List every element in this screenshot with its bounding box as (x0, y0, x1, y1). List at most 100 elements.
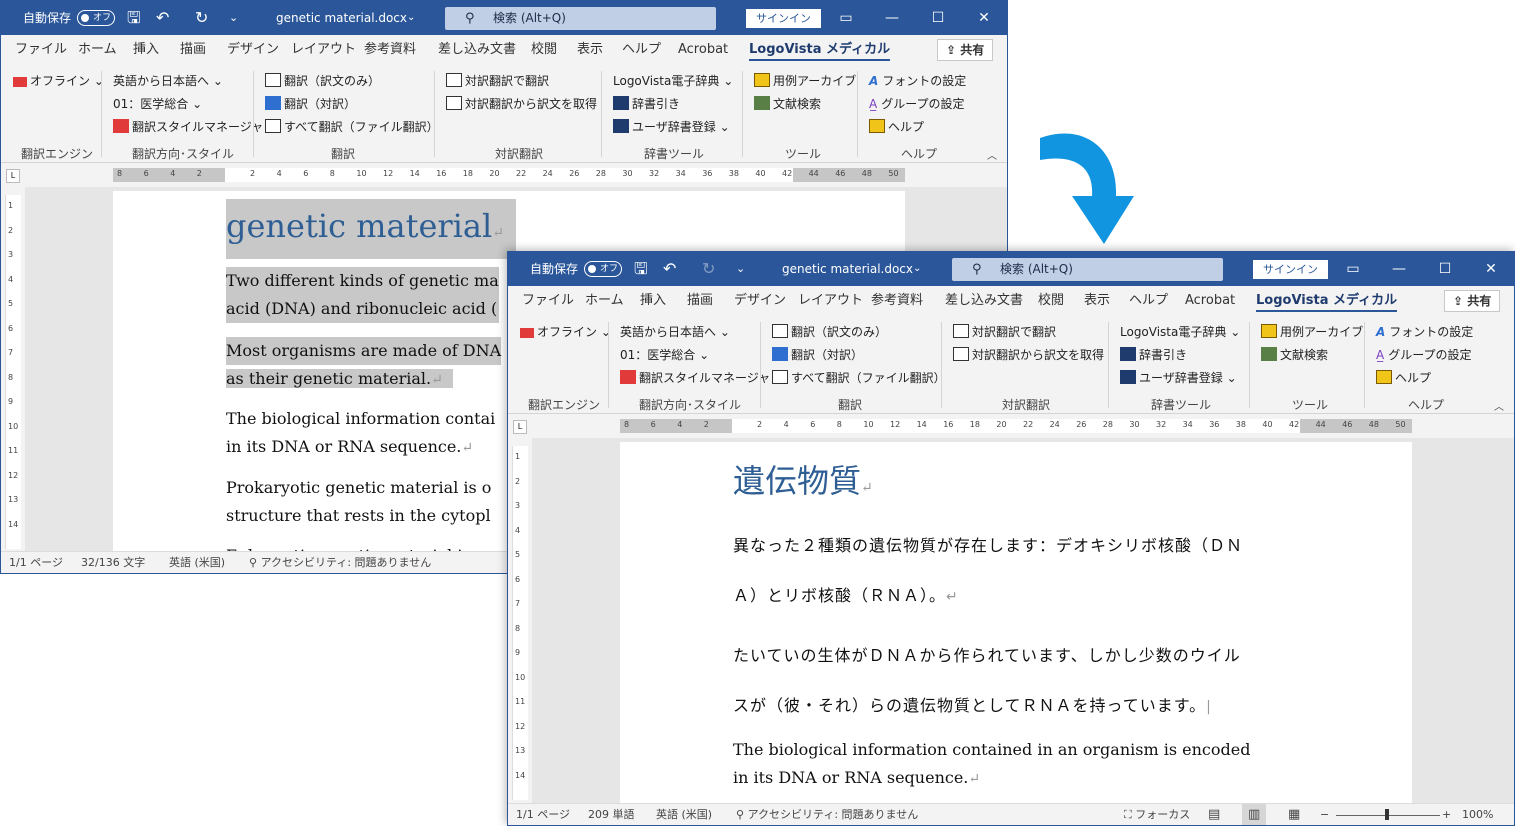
search-box[interactable]: ⚲ 検索 (Alt+Q) (445, 7, 716, 30)
focus-button[interactable]: ⛶ フォーカス (1124, 804, 1190, 825)
paragraph-4[interactable]: Prokaryotic genetic material is o struct… (226, 474, 491, 530)
translate-all-button[interactable]: すべて翻訳（ファイル翻訳） (265, 117, 439, 137)
customize-quick-access-icon[interactable]: ⌄ (736, 252, 745, 286)
maximize-icon[interactable]: ☐ (1422, 252, 1468, 286)
ribbon-display-icon[interactable]: ▭ (823, 1, 869, 35)
user-dictionary-dropdown[interactable]: ユーザ辞書登録 ⌄ (613, 117, 730, 137)
zoom-in-icon[interactable]: + (1442, 804, 1451, 825)
zoom-level[interactable]: 100% (1462, 804, 1493, 825)
literature-search-button[interactable]: 文献検索 (1261, 345, 1328, 365)
jp-paragraph-2-line-1[interactable]: たいていの生体がＤＮＡから作られています、しかし少数のウイル (733, 642, 1241, 666)
status-page[interactable]: 1/1 ページ (9, 552, 63, 573)
font-settings-button[interactable]: A フォントの設定 (869, 71, 966, 91)
tab-mailings[interactable]: 差し込み文書 (438, 35, 516, 65)
zoom-slider-thumb[interactable] (1385, 809, 1389, 820)
tab-selector-icon[interactable]: L (6, 169, 20, 183)
tab-logovista-medical[interactable]: LogoVista メディカル (749, 35, 891, 65)
save-icon[interactable]: 🖫 (127, 1, 141, 35)
tab-file[interactable]: ファイル (522, 286, 574, 316)
example-archive-button[interactable]: 用例アーカイブ (754, 71, 856, 91)
group-settings-button[interactable]: A̲ グループの設定 (869, 94, 965, 114)
dictionary-lookup-button[interactable]: 辞書引き (1120, 345, 1187, 365)
parallel-get-button[interactable]: 対訳翻訳から訳文を取得 (446, 94, 597, 114)
tab-references[interactable]: 参考資料 (871, 286, 923, 316)
language-dropdown[interactable]: 英語から日本語へ ⌄ (113, 71, 223, 91)
paragraph-3[interactable]: The biological information contained in … (733, 736, 1250, 793)
tab-logovista-medical[interactable]: LogoVista メディカル (1256, 286, 1398, 316)
close-icon[interactable]: ✕ (961, 1, 1007, 35)
jp-paragraph-2-line-2[interactable]: スが（彼・それ）らの遺伝物質としてＲＮＡを持っています。| (733, 692, 1212, 716)
style-manager-button[interactable]: 翻訳スタイルマネージャ (620, 368, 770, 388)
document-page[interactable]: 遺伝物質↵ 異なった２種類の遺伝物質が存在します：デオキシリボ核酸（ＤＮ Ａ）と… (620, 442, 1412, 803)
literature-search-button[interactable]: 文献検索 (754, 94, 821, 114)
undo-icon[interactable]: ↶ (663, 252, 676, 286)
tab-layout[interactable]: レイアウト (291, 35, 356, 65)
user-dictionary-dropdown[interactable]: ユーザ辞書登録 ⌄ (1120, 368, 1237, 388)
translate-all-button[interactable]: すべて翻訳（ファイル翻訳） (772, 368, 946, 388)
help-button[interactable]: ヘルプ (869, 117, 924, 137)
status-language[interactable]: 英語 (米国) (169, 552, 225, 573)
customize-quick-access-icon[interactable]: ⌄ (229, 1, 238, 35)
translate-only-button[interactable]: 翻訳（訳文のみ） (772, 322, 887, 342)
tab-selector-icon[interactable]: L (513, 420, 527, 434)
tab-design[interactable]: デザイン (227, 35, 279, 65)
offline-button[interactable]: オフライン ⌄ (520, 322, 611, 342)
status-word-count[interactable]: 32/136 文字 (81, 552, 145, 573)
tab-mailings[interactable]: 差し込み文書 (945, 286, 1023, 316)
tab-insert[interactable]: 挿入 (133, 35, 159, 65)
signin-button[interactable]: サインイン (746, 9, 821, 28)
web-layout-icon[interactable]: ▦ (1288, 804, 1300, 825)
paragraph-1[interactable]: Two different kinds of genetic ma acid (… (226, 267, 499, 323)
share-button[interactable]: ⇪ 共有 (937, 39, 994, 61)
group-settings-button[interactable]: A̲ グループの設定 (1376, 345, 1472, 365)
tab-view[interactable]: 表示 (577, 35, 603, 65)
language-dropdown[interactable]: 英語から日本語へ ⌄ (620, 322, 730, 342)
dictionary-lookup-button[interactable]: 辞書引き (613, 94, 680, 114)
lv-dictionary-dropdown[interactable]: LogoVista電子辞典 ⌄ (1120, 322, 1240, 342)
tab-acrobat[interactable]: Acrobat (678, 35, 728, 65)
status-accessibility[interactable]: ⚲ アクセシビリティ: 問題ありません (736, 804, 918, 825)
tab-help[interactable]: ヘルプ (622, 35, 661, 65)
collapse-ribbon-icon[interactable]: ︿ (1494, 398, 1504, 413)
tab-draw[interactable]: 描画 (180, 35, 206, 65)
example-archive-button[interactable]: 用例アーカイブ (1261, 322, 1363, 342)
translate-pair-button[interactable]: 翻訳（対訳） (265, 94, 356, 114)
tab-view[interactable]: 表示 (1084, 286, 1110, 316)
paragraph-3[interactable]: The biological information contai in its… (226, 405, 495, 462)
document-filename[interactable]: genetic material.docx (782, 252, 913, 286)
minimize-icon[interactable]: — (1376, 252, 1422, 286)
parallel-translate-button[interactable]: 対訳翻訳で翻訳 (446, 71, 549, 91)
autosave-toggle[interactable]: オフ (77, 10, 115, 26)
status-language[interactable]: 英語 (米国) (656, 804, 712, 825)
translate-pair-button[interactable]: 翻訳（対訳） (772, 345, 863, 365)
share-button[interactable]: ⇪ 共有 (1444, 290, 1501, 312)
maximize-icon[interactable]: ☐ (915, 1, 961, 35)
style-manager-button[interactable]: 翻訳スタイルマネージャ (113, 117, 263, 137)
redo-icon[interactable]: ↻ (702, 252, 715, 286)
tab-review[interactable]: 校閲 (531, 35, 557, 65)
paragraph-2[interactable]: Most organisms are made of DNA as their … (226, 337, 502, 394)
print-layout-icon[interactable]: ▥ (1242, 804, 1267, 825)
save-icon[interactable]: 🖫 (634, 252, 648, 286)
chevron-down-icon[interactable]: ⌄ (913, 252, 921, 286)
autosave-toggle[interactable]: オフ (584, 261, 622, 277)
translate-only-button[interactable]: 翻訳（訳文のみ） (265, 71, 380, 91)
parallel-get-button[interactable]: 対訳翻訳から訳文を取得 (953, 345, 1104, 365)
doc-title[interactable]: genetic material↵ (226, 199, 516, 259)
tab-insert[interactable]: 挿入 (640, 286, 666, 316)
tab-file[interactable]: ファイル (15, 35, 67, 65)
status-accessibility[interactable]: ⚲ アクセシビリティ: 問題ありません (249, 552, 431, 573)
jp-paragraph-1-line-2[interactable]: Ａ）とリボ核酸（ＲＮＡ）。↵ (733, 582, 959, 606)
ribbon-display-icon[interactable]: ▭ (1330, 252, 1376, 286)
close-icon[interactable]: ✕ (1468, 252, 1514, 286)
lv-dictionary-dropdown[interactable]: LogoVista電子辞典 ⌄ (613, 71, 733, 91)
tab-layout[interactable]: レイアウト (798, 286, 863, 316)
jp-paragraph-1-line-1[interactable]: 異なった２種類の遺伝物質が存在します：デオキシリボ核酸（ＤＮ (733, 532, 1243, 556)
signin-button[interactable]: サインイン (1253, 260, 1328, 279)
doc-title[interactable]: 遺伝物質↵ (733, 456, 873, 506)
help-button[interactable]: ヘルプ (1376, 368, 1431, 388)
tab-references[interactable]: 参考資料 (364, 35, 416, 65)
zoom-out-icon[interactable]: − (1320, 804, 1329, 825)
field-dropdown[interactable]: 01：医学総合 ⌄ (620, 345, 709, 365)
tab-review[interactable]: 校閲 (1038, 286, 1064, 316)
